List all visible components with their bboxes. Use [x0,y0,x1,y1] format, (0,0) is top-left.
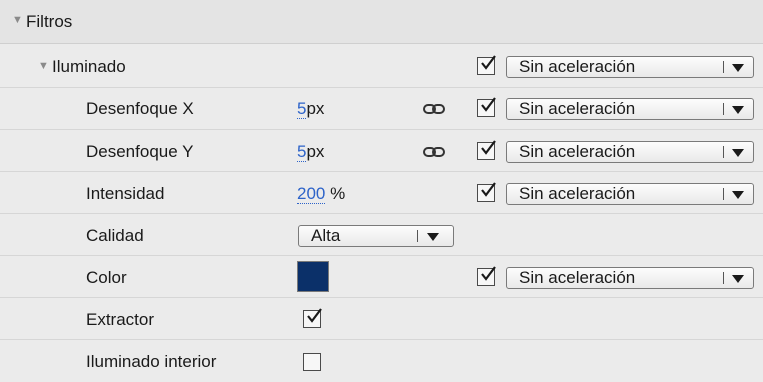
easing-value: Sin aceleración [519,57,636,76]
property-label: Desenfoque X [86,99,194,118]
collapse-triangle-icon[interactable]: ▼ [12,14,23,26]
value-scrubber[interactable]: 200 [297,184,326,204]
property-value: 200 % [297,184,346,204]
chevron-down-icon [732,149,744,157]
checkmark-icon [481,97,496,112]
easing-dropdown[interactable]: Sin aceleración [506,141,754,163]
easing-dropdown[interactable]: Sin aceleración [506,98,754,120]
filter-name: Iluminado [52,57,126,76]
enable-checkbox[interactable] [477,140,496,160]
checkmark-icon [481,182,496,197]
chevron-down-icon [732,106,744,114]
property-label: Extractor [86,310,155,329]
checkmark-icon [481,266,496,281]
property-value: 5px [297,99,325,119]
quality-value: Alta [311,226,341,245]
knockout-checkbox[interactable] [303,308,322,328]
chevron-down-icon [732,191,744,199]
property-row-blur-y: Desenfoque Y 5px Sin aceleración [0,130,763,172]
checkmark-icon [481,55,496,70]
property-label: Calidad [86,226,144,245]
inner-glow-checkbox[interactable] [303,353,321,371]
collapse-triangle-icon[interactable]: ▼ [38,60,49,72]
property-row-blur-x: Desenfoque X 5px Sin aceleración [0,88,763,130]
enable-checkbox[interactable] [477,182,496,202]
chevron-down-icon [732,275,744,283]
property-label: Color [86,268,127,287]
property-row-quality: Calidad Alta [0,214,763,256]
enable-checkbox[interactable] [477,266,496,286]
property-value: 5px [297,142,325,162]
color-swatch[interactable] [297,261,329,292]
enable-checkbox[interactable] [477,55,496,75]
checkmark-icon [481,140,496,155]
property-row-strength: Intensidad 200 % Sin aceleración [0,172,763,214]
easing-dropdown[interactable]: Sin aceleración [506,56,754,78]
link-chain-icon[interactable] [423,102,445,116]
chevron-down-icon [427,233,439,241]
property-row-color: Color Sin aceleración [0,256,763,298]
section-title: Filtros [26,12,73,31]
filter-row-iluminado: ▼ Iluminado Sin aceleración [0,44,763,88]
easing-dropdown[interactable]: Sin aceleración [506,267,754,289]
enable-checkbox[interactable] [477,97,496,117]
section-header-filtros[interactable]: ▼ Filtros [0,0,763,44]
chevron-down-icon [732,64,744,72]
property-label: Intensidad [86,184,165,203]
filters-panel: ▼ Filtros ▼ Iluminado Sin aceleración De… [0,0,763,371]
property-row-knockout: Extractor [0,298,763,340]
checkmark-icon [307,308,322,323]
property-row-inner-glow: Iluminado interior [0,340,763,382]
property-label: Iluminado interior [86,352,217,371]
easing-dropdown[interactable]: Sin aceleración [506,183,754,205]
link-chain-icon[interactable] [423,145,445,159]
quality-dropdown[interactable]: Alta [298,225,454,247]
property-label: Desenfoque Y [86,142,194,161]
